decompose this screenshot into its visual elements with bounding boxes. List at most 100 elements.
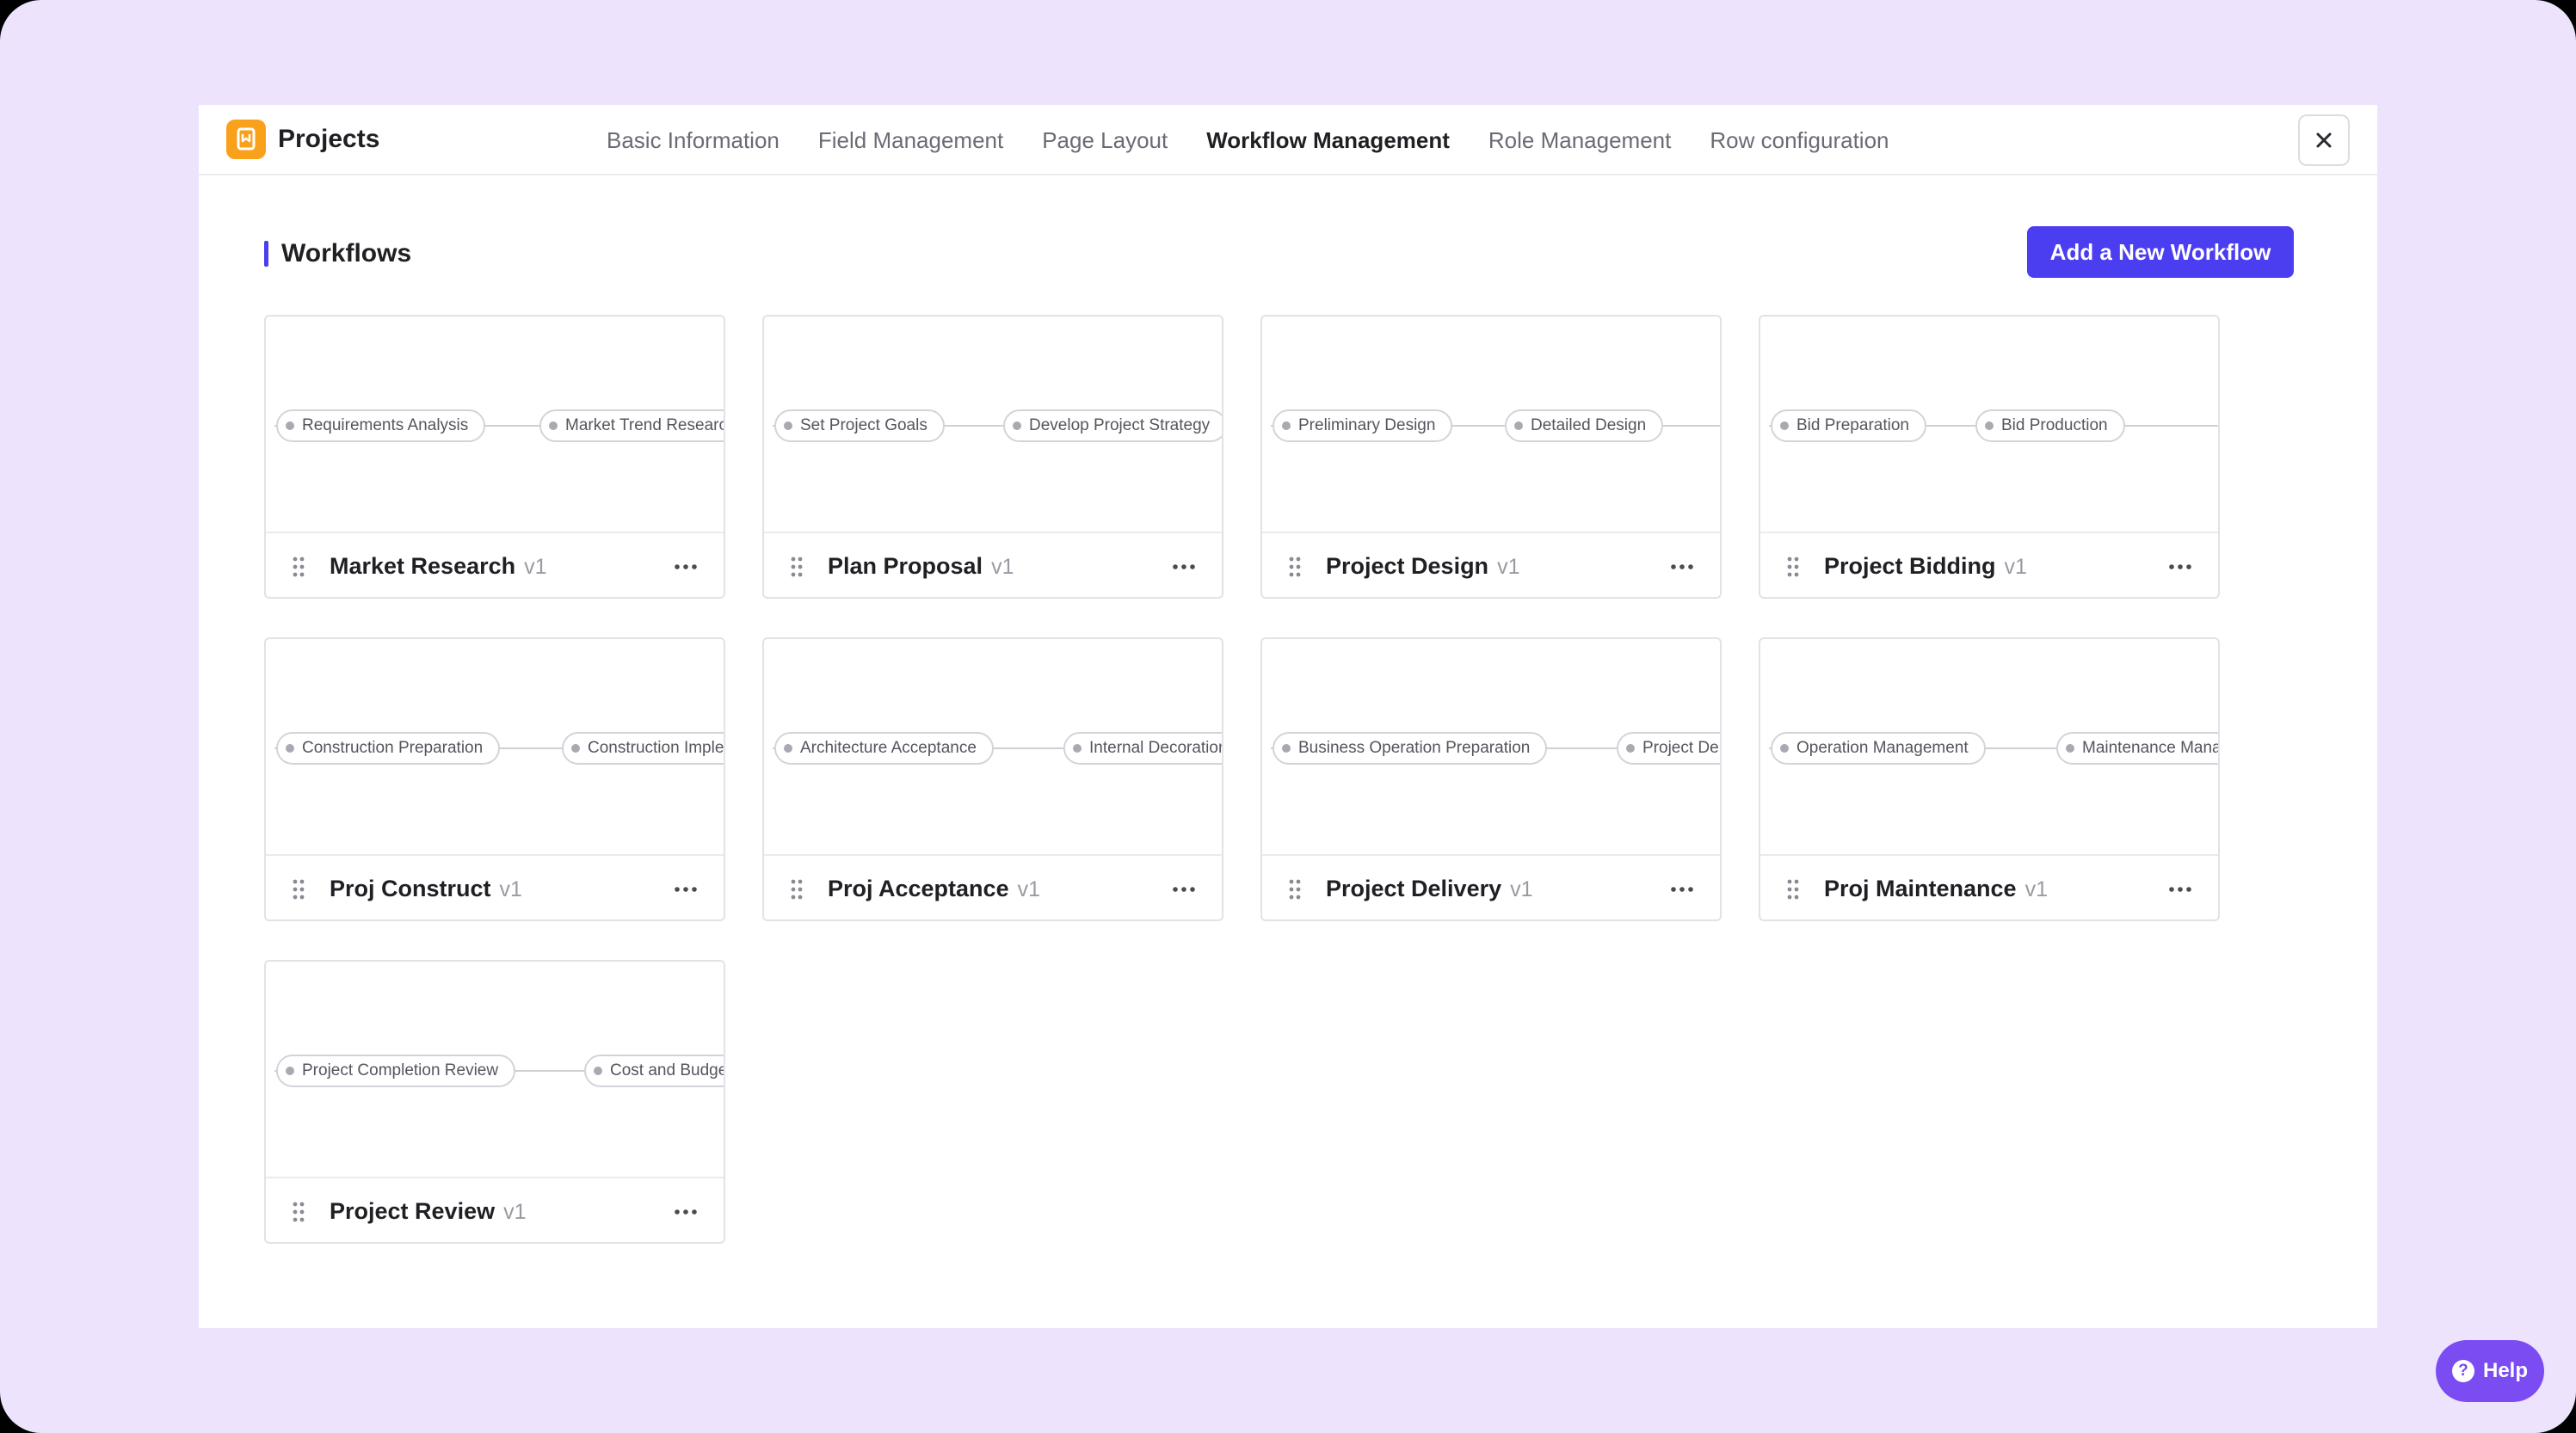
- node-label: Preliminary Design: [1298, 416, 1436, 434]
- more-options-icon[interactable]: [669, 554, 703, 580]
- tab-basic-information[interactable]: Basic Information: [607, 105, 780, 175]
- bookmark-icon: [226, 120, 266, 159]
- more-options-icon[interactable]: [1665, 876, 1699, 902]
- workflow-name[interactable]: Project Review v1: [330, 1196, 527, 1227]
- workflow-card[interactable]: Set Project Goals Develop Project Strateg…: [762, 315, 1223, 599]
- drag-handle-icon[interactable]: [790, 878, 804, 901]
- workflow-version: v1: [1017, 877, 1040, 901]
- node-label: Develop Project Strategy: [1029, 416, 1211, 434]
- node-dot-icon: [549, 421, 558, 430]
- node-dot-icon: [1013, 421, 1021, 430]
- workflow-settings-window: Projects Basic Information Field Managem…: [199, 105, 2544, 1402]
- node-dot-icon: [1985, 421, 1994, 430]
- tab-workflow-management[interactable]: Workflow Management: [1206, 105, 1450, 175]
- workflow-card[interactable]: Preliminary Design Detailed Design Project…: [1260, 315, 1722, 599]
- workflow-card[interactable]: Requirements Analysis Market Trend Resear…: [264, 315, 725, 599]
- drag-handle-icon[interactable]: [1288, 878, 1302, 901]
- workflow-node: Cost and Budget: [584, 1055, 724, 1087]
- workflow-node: Operation Management: [1771, 732, 1986, 765]
- node-dot-icon: [2066, 744, 2074, 753]
- workflow-card[interactable]: Construction Preparation Construction Imp…: [264, 637, 725, 921]
- more-options-icon[interactable]: [669, 1199, 703, 1225]
- workflow-name[interactable]: Proj Construct v1: [330, 873, 522, 905]
- workflow-preview[interactable]: Project Completion Review Cost and Budget: [266, 962, 724, 1178]
- workflow-node: Construction Implementation: [562, 732, 724, 765]
- workflow-name[interactable]: Proj Maintenance v1: [1824, 873, 2048, 905]
- workflow-title: Proj Construct: [330, 876, 491, 901]
- workflow-title: Proj Acceptance: [828, 876, 1009, 901]
- add-workflow-button[interactable]: Add a New Workflow: [2027, 226, 2294, 278]
- workflow-card[interactable]: Architecture Acceptance Internal Decorati…: [762, 637, 1223, 921]
- node-label: Detailed Design: [1531, 416, 1647, 434]
- more-options-icon[interactable]: [669, 876, 703, 902]
- node-label: Maintenance Management: [2082, 739, 2218, 757]
- workflow-title: Market Research: [330, 553, 516, 579]
- drag-handle-icon[interactable]: [1786, 878, 1800, 901]
- workflow-preview[interactable]: Architecture Acceptance Internal Decorati…: [764, 639, 1222, 856]
- workflow-title: Project Delivery: [1326, 876, 1502, 901]
- node-label: Business Operation Preparation: [1298, 739, 1531, 757]
- workflow-node: Develop Project Strategy: [1003, 409, 1222, 442]
- workflow-card-footer: Market Research v1: [266, 535, 724, 597]
- node-dot-icon: [286, 744, 294, 753]
- workflow-node: Requirements Analysis: [276, 409, 486, 442]
- workflow-card[interactable]: Operation Management Maintenance Manageme…: [1759, 637, 2220, 921]
- workflow-node: Business Operation Preparation: [1273, 732, 1548, 765]
- node-label: Project Completion Review: [302, 1061, 499, 1079]
- drag-handle-icon[interactable]: [790, 556, 804, 578]
- more-options-icon[interactable]: [1167, 876, 1201, 902]
- workflow-card-footer: Proj Construct v1: [266, 858, 724, 919]
- drag-handle-icon[interactable]: [292, 878, 305, 901]
- workflow-name[interactable]: Plan Proposal v1: [828, 550, 1014, 582]
- workflow-node: Bid Production: [1975, 409, 2125, 442]
- node-dot-icon: [286, 1067, 294, 1075]
- tab-row-configuration[interactable]: Row configuration: [1710, 105, 1889, 175]
- workflow-preview[interactable]: Bid Preparation Bid Production: [1760, 317, 2218, 533]
- more-options-icon[interactable]: [2163, 876, 2197, 902]
- tab-field-management[interactable]: Field Management: [818, 105, 1003, 175]
- workflow-node: Internal Decoration: [1063, 732, 1222, 765]
- workflow-name[interactable]: Project Delivery v1: [1326, 873, 1533, 905]
- workflow-node: Project Completion Review: [276, 1055, 516, 1087]
- workflow-node: Bid Preparation: [1771, 409, 1926, 442]
- drag-handle-icon[interactable]: [1786, 556, 1800, 578]
- workflow-title: Plan Proposal: [828, 553, 983, 579]
- drag-handle-icon[interactable]: [292, 1201, 305, 1223]
- more-options-icon[interactable]: [1167, 554, 1201, 580]
- more-options-icon[interactable]: [2163, 554, 2197, 580]
- workflow-card[interactable]: Project Completion Review Cost and Budget…: [264, 960, 725, 1244]
- node-label: Operation Management: [1796, 739, 1969, 757]
- app-frame: Projects Basic Information Field Managem…: [0, 0, 2576, 1433]
- node-label: Bid Production: [2001, 416, 2108, 434]
- workflow-preview[interactable]: Business Operation Preparation Project De…: [1262, 639, 1720, 856]
- close-button[interactable]: [2298, 114, 2350, 166]
- more-options-icon[interactable]: [1665, 554, 1699, 580]
- workflow-card[interactable]: Business Operation Preparation Project De…: [1260, 637, 1722, 921]
- workflow-name[interactable]: Project Design v1: [1326, 550, 1519, 582]
- node-dot-icon: [784, 421, 792, 430]
- tab-role-management[interactable]: Role Management: [1488, 105, 1671, 175]
- workflow-preview[interactable]: Set Project Goals Develop Project Strateg…: [764, 317, 1222, 533]
- node-dot-icon: [1282, 744, 1291, 753]
- node-dot-icon: [1626, 744, 1635, 753]
- workflow-card[interactable]: Bid Preparation Bid Production Project Bid…: [1759, 315, 2220, 599]
- workflow-name[interactable]: Proj Acceptance v1: [828, 873, 1040, 905]
- workflow-preview[interactable]: Construction Preparation Construction Imp…: [266, 639, 724, 856]
- help-button[interactable]: ? Help: [2436, 1340, 2544, 1402]
- workflow-preview[interactable]: Preliminary Design Detailed Design: [1262, 317, 1720, 533]
- node-label: Market Trend Research: [565, 416, 724, 434]
- drag-handle-icon[interactable]: [1288, 556, 1302, 578]
- workflow-preview[interactable]: Operation Management Maintenance Manageme…: [1760, 639, 2218, 856]
- drag-handle-icon[interactable]: [292, 556, 305, 578]
- node-label: Internal Decoration: [1089, 739, 1222, 757]
- workflow-version: v1: [991, 555, 1014, 579]
- section-title: Workflows: [281, 239, 412, 268]
- tab-page-layout[interactable]: Page Layout: [1042, 105, 1168, 175]
- workflow-name[interactable]: Project Bidding v1: [1824, 550, 2027, 582]
- workflow-node: Set Project Goals: [774, 409, 945, 442]
- workflow-name[interactable]: Market Research v1: [330, 550, 547, 582]
- app-title: Projects: [278, 125, 380, 153]
- workflow-preview[interactable]: Requirements Analysis Market Trend Resear…: [266, 317, 724, 533]
- section-accent-bar: [264, 241, 268, 267]
- question-icon: ?: [2451, 1360, 2474, 1382]
